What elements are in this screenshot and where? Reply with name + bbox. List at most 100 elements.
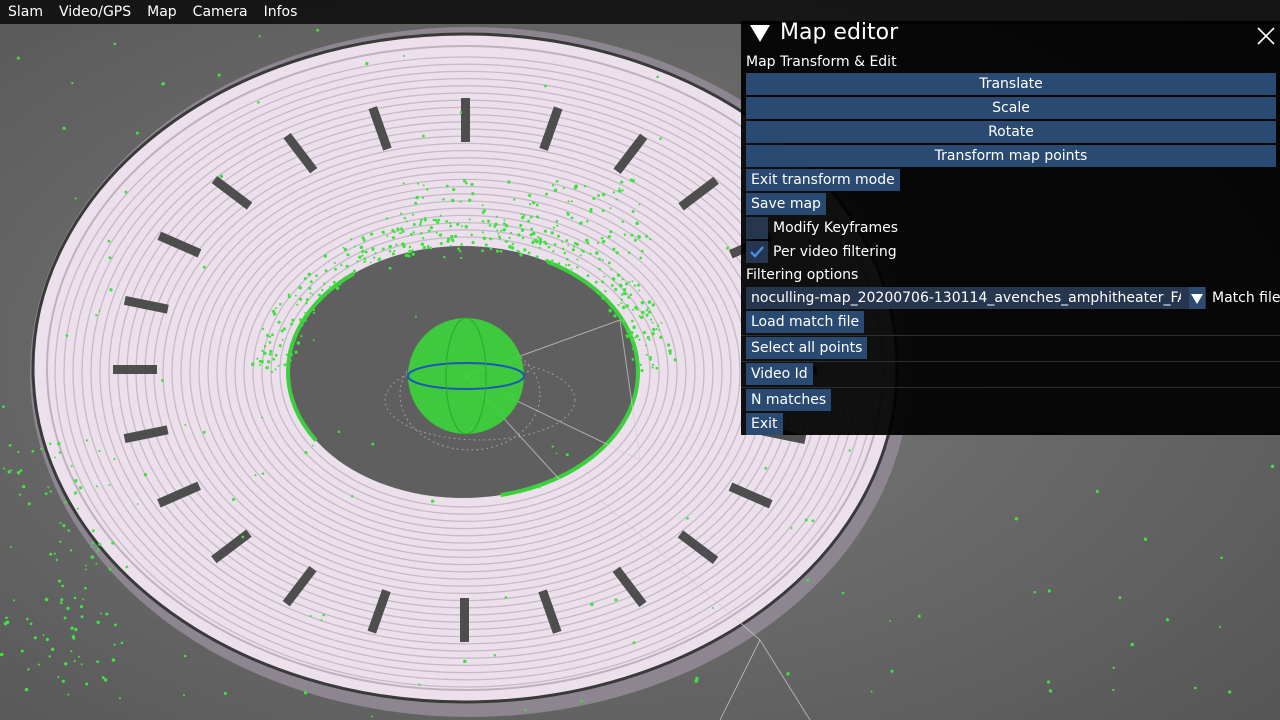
map-point [470,182,474,186]
map-point [361,236,365,240]
map-point [231,498,236,502]
exit-transform-mode-button[interactable]: Exit transform mode [746,169,900,191]
map-point [649,318,652,321]
map-point [22,484,26,489]
map-point [468,198,472,202]
map-point [270,370,274,374]
map-point [306,312,309,315]
map-point [401,230,405,233]
map-point [422,237,425,240]
map-point [621,220,624,223]
map-point [33,636,37,640]
map-point [315,274,318,277]
map-point [254,474,257,477]
map-point [391,236,395,240]
map-point [274,368,277,371]
n-matches-button[interactable]: N matches [746,389,832,411]
map-point [636,308,639,311]
map-point [488,224,492,227]
map-point [396,227,400,231]
map-point [429,225,434,230]
map-point [17,450,20,454]
menu-infos[interactable]: Infos [256,0,306,24]
map-point [26,617,29,621]
map-point [656,324,660,327]
map-point [356,260,359,263]
map-point [318,299,321,302]
map-point [346,253,350,257]
map-point [610,268,613,271]
map-point [626,329,630,333]
save-map-button[interactable]: Save map [746,193,826,215]
map-point [363,257,367,261]
section-filtering-options: Filtering options [746,267,859,283]
close-icon[interactable] [1256,26,1276,46]
load-match-file-button[interactable]: Load match file [746,311,865,333]
map-point [504,240,508,243]
select-all-points-button[interactable]: Select all points [746,337,868,359]
transform-map-points-button[interactable]: Transform map points [746,145,1276,167]
map-point [460,256,463,260]
map-point [557,262,561,265]
map-point [381,230,385,234]
map-point [136,503,139,505]
map-point [298,297,303,301]
map-point [454,234,458,238]
map-point [369,261,372,264]
menu-slam[interactable]: Slam [0,0,51,24]
map-point [408,245,412,249]
map-point [400,227,403,230]
map-point [323,254,328,258]
translate-button[interactable]: Translate [746,73,1276,95]
map-point [49,552,53,556]
map-point [268,352,272,356]
map-point [70,465,73,468]
map-point [408,249,412,254]
map-point [481,211,485,215]
map-point [628,281,631,283]
map-point [300,334,303,338]
rotate-button[interactable]: Rotate [746,121,1276,143]
map-point [309,280,313,284]
map-point [537,485,541,489]
map-file-combo[interactable]: noculling-map_20200706-130114_avenches_a… [746,287,1206,309]
menu-map[interactable]: Map [139,0,185,24]
map-point [640,300,645,305]
video-id-button[interactable]: Video Id [746,363,813,385]
map-point [108,484,111,487]
map-point [358,255,362,259]
scale-button[interactable]: Scale [746,97,1276,119]
map-point [1112,688,1115,692]
map-point [647,310,652,314]
map-point [1047,589,1051,593]
map-point [296,341,301,345]
map-point [632,641,636,645]
map-point [504,596,508,599]
map-point [442,198,445,201]
map-point [523,214,526,217]
map-point [388,249,392,253]
map-point [508,245,512,249]
combo-arrow[interactable] [1189,287,1205,309]
map-editor-titlebar[interactable]: Map editor [741,21,1280,47]
exit-button[interactable]: Exit [746,413,783,435]
map-point [268,335,272,338]
map-point [353,245,356,248]
map-point [552,250,555,253]
map-point [91,541,95,545]
map-point [607,261,611,265]
map-point [400,212,403,215]
per-video-filtering-checkbox[interactable] [746,241,768,263]
modify-keyframes-checkbox[interactable] [746,217,768,239]
menu-camera[interactable]: Camera [185,0,256,24]
menu-video-gps[interactable]: Video/GPS [51,0,139,24]
section-map-transform: Map Transform & Edit [746,54,897,70]
map-point [608,308,612,313]
map-point [443,255,446,259]
map-point [20,649,24,653]
map-point [422,184,425,187]
map-point [645,309,649,312]
collapse-triangle-icon[interactable] [750,25,770,43]
map-point [459,200,462,203]
map-point [265,333,269,337]
